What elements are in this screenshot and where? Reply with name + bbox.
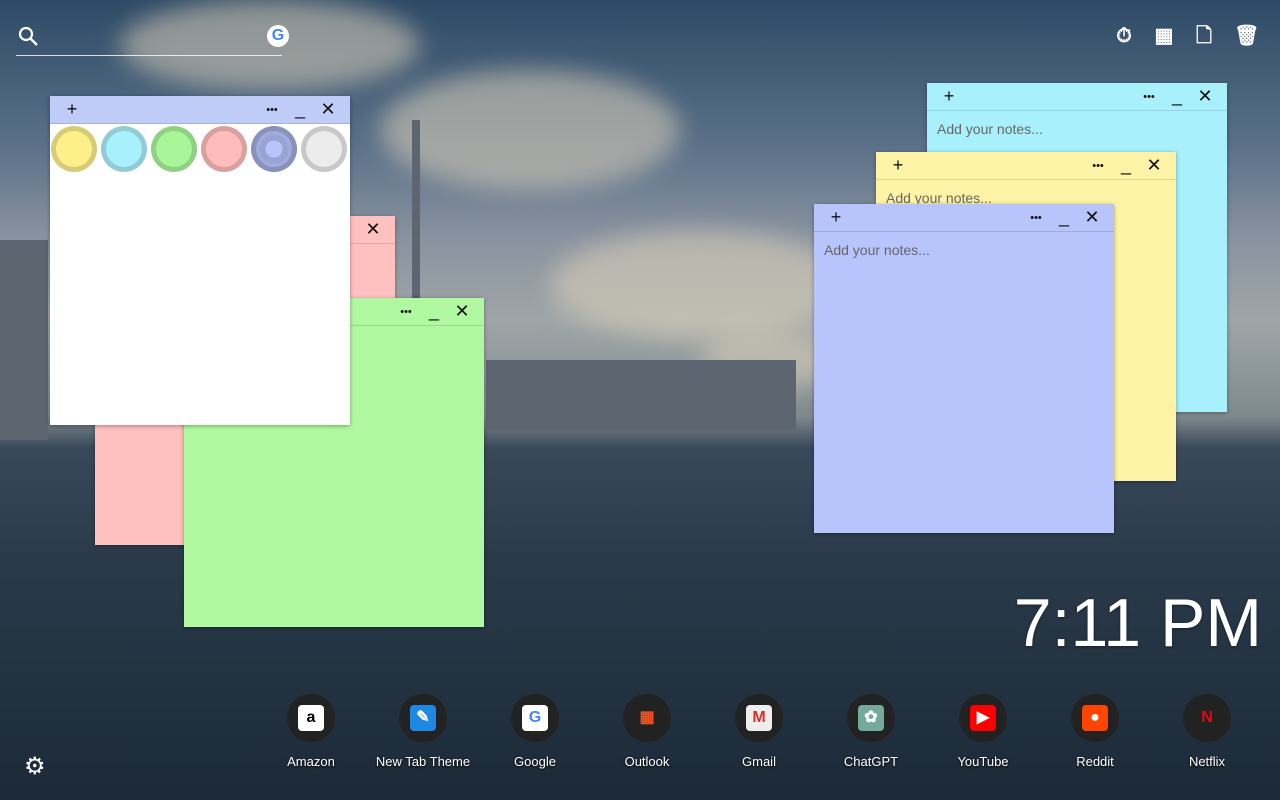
minimize-button[interactable]: _ bbox=[1050, 207, 1078, 228]
color-swatch[interactable] bbox=[151, 126, 197, 172]
add-note-icon[interactable]: 🗋 bbox=[1194, 25, 1214, 47]
close-button[interactable]: ✕ bbox=[314, 99, 342, 120]
shortcut-netflix[interactable]: N Netflix bbox=[1151, 694, 1263, 769]
close-button[interactable]: ✕ bbox=[359, 219, 387, 240]
color-swatch[interactable] bbox=[101, 126, 147, 172]
shortcut-label: Gmail bbox=[742, 754, 776, 769]
shortcut-gmail[interactable]: M Gmail bbox=[703, 694, 815, 769]
color-swatch[interactable] bbox=[51, 126, 97, 172]
reddit-icon-glyph: ● bbox=[1082, 705, 1108, 731]
microsoft-icon-glyph: ▦ bbox=[634, 705, 660, 731]
shortcut-google[interactable]: G Google bbox=[479, 694, 591, 769]
add-note-button[interactable]: + bbox=[935, 86, 963, 107]
youtube-icon-glyph: ▶ bbox=[970, 705, 996, 731]
reddit-icon[interactable]: ● bbox=[1071, 694, 1119, 742]
shortcut-reddit[interactable]: ● Reddit bbox=[1039, 694, 1151, 769]
minimize-button[interactable]: _ bbox=[420, 301, 448, 322]
amazon-icon[interactable]: a bbox=[287, 694, 335, 742]
gmail-icon[interactable]: M bbox=[735, 694, 783, 742]
shortcut-label: Reddit bbox=[1076, 754, 1114, 769]
add-note-button[interactable]: + bbox=[822, 207, 850, 228]
search-bar[interactable]: G bbox=[16, 24, 289, 56]
trash-icon[interactable]: 🗑 bbox=[1234, 25, 1259, 47]
more-button[interactable]: ••• bbox=[1022, 212, 1050, 224]
settings-icon[interactable]: ⚙ bbox=[24, 752, 46, 781]
minimize-button[interactable]: _ bbox=[1112, 155, 1140, 176]
minimize-button[interactable]: _ bbox=[286, 99, 314, 120]
shortcut-amazon[interactable]: a Amazon bbox=[255, 694, 367, 769]
google-icon-glyph: G bbox=[522, 705, 548, 731]
netflix-icon-glyph: N bbox=[1194, 705, 1220, 731]
close-button[interactable]: ✕ bbox=[1191, 86, 1219, 107]
close-button[interactable]: ✕ bbox=[448, 301, 476, 322]
more-button[interactable]: ••• bbox=[258, 104, 286, 116]
shortcuts-dock: a Amazon ✎ New Tab Theme G Google ▦ Outlook M Gma… bbox=[255, 694, 1263, 769]
shortcut-label: Google bbox=[514, 754, 556, 769]
shortcut-label: YouTube bbox=[957, 754, 1009, 769]
minimize-button[interactable]: _ bbox=[1163, 86, 1191, 107]
more-button[interactable]: ••• bbox=[392, 306, 420, 318]
shortcut-label: Netflix bbox=[1188, 754, 1226, 769]
sticky-note-lavender[interactable]: + ••• _ ✕ Add your notes... bbox=[814, 204, 1114, 533]
search-icon[interactable] bbox=[18, 26, 40, 48]
google-icon[interactable]: G bbox=[267, 25, 289, 47]
more-button[interactable]: ••• bbox=[1084, 160, 1112, 172]
netflix-icon[interactable]: N bbox=[1183, 694, 1231, 742]
close-button[interactable]: ✕ bbox=[1078, 207, 1106, 228]
add-note-button[interactable]: + bbox=[58, 99, 86, 120]
new-tab-theme-icon-glyph: ✎ bbox=[410, 705, 436, 731]
shortcut-chatgpt[interactable]: ✿ ChatGPT bbox=[815, 694, 927, 769]
toolbar: ⏱ ▦ 🗋 🗑 bbox=[1114, 25, 1259, 47]
gmail-icon-glyph: M bbox=[746, 705, 772, 731]
shortcut-label: ChatGPT bbox=[843, 754, 899, 769]
shortcut-youtube[interactable]: ▶ YouTube bbox=[927, 694, 1039, 769]
shortcut-outlook[interactable]: ▦ Outlook bbox=[591, 694, 703, 769]
microsoft-icon[interactable]: ▦ bbox=[623, 694, 671, 742]
amazon-icon-glyph: a bbox=[298, 705, 324, 731]
color-swatches bbox=[50, 124, 350, 174]
new-tab-theme-icon[interactable]: ✎ bbox=[399, 694, 447, 742]
note-textarea[interactable]: Add your notes... bbox=[814, 232, 1114, 268]
add-note-button[interactable]: + bbox=[884, 155, 912, 176]
calculator-icon[interactable]: ▦ bbox=[1154, 25, 1174, 47]
color-swatch[interactable] bbox=[251, 126, 297, 172]
stopwatch-icon[interactable]: ⏱ bbox=[1114, 25, 1134, 47]
color-picker-note[interactable]: + ••• _ ✕ bbox=[50, 96, 350, 425]
shortcut-label: Amazon bbox=[287, 754, 335, 769]
color-swatch[interactable] bbox=[201, 126, 247, 172]
google-icon[interactable]: G bbox=[511, 694, 559, 742]
color-swatch[interactable] bbox=[301, 126, 347, 172]
shortcut-new-tab-theme[interactable]: ✎ New Tab Theme bbox=[367, 694, 479, 769]
chatgpt-icon-glyph: ✿ bbox=[858, 705, 884, 731]
close-button[interactable]: ✕ bbox=[1140, 155, 1168, 176]
clock: 7:11 PM bbox=[1013, 585, 1262, 661]
shortcut-label: New Tab Theme bbox=[375, 754, 471, 769]
shortcut-label: Outlook bbox=[624, 754, 670, 769]
note-textarea[interactable]: Add your notes... bbox=[927, 111, 1227, 147]
more-button[interactable]: ••• bbox=[1135, 91, 1163, 103]
chatgpt-icon[interactable]: ✿ bbox=[847, 694, 895, 742]
youtube-icon[interactable]: ▶ bbox=[959, 694, 1007, 742]
